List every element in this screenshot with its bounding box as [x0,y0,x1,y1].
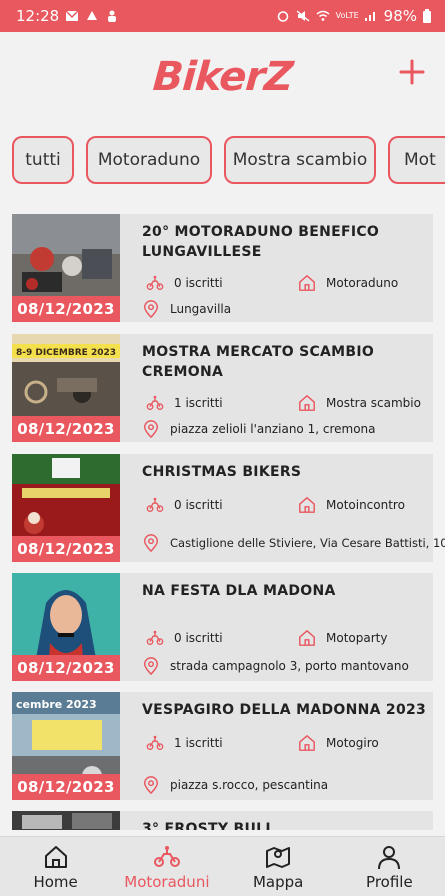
app-logo: BikerZ [151,54,294,100]
motorbike-icon [153,845,180,867]
event-location: piazza s.rocco, pescantina [170,778,329,792]
wifi-icon [316,10,330,21]
motorbike-icon [146,497,164,512]
home-category-icon [299,630,315,646]
mail-icon [65,10,79,21]
event-category: Mostra scambio [326,396,421,410]
svg-text:cembre 2023: cembre 2023 [16,698,97,711]
event-image: 08/12/2023 [12,573,120,681]
event-location: piazza zelioli l'anziano 1, cremona [170,422,376,436]
notification-icon [87,11,98,20]
event-card[interactable]: 8-9 DICEMBRE 2023 08/12/2023 MOSTRA MERC… [12,334,433,442]
event-image: cembre 2023 08/12/2023 [12,692,120,800]
event-date: 08/12/2023 [12,416,120,442]
event-location: Castiglione delle Stiviere, Via Cesare B… [170,536,445,550]
event-participants: 0 iscritti [174,498,223,512]
event-image [12,811,120,830]
event-category: Motogiro [326,736,379,750]
home-category-icon [299,497,315,513]
event-date: 08/12/2023 [12,536,120,562]
event-location: strada campagnolo 3, porto mantovano [170,659,409,673]
event-participants: 0 iscritti [174,631,223,645]
event-participants: 1 iscritti [174,736,223,750]
location-pin-icon [143,420,159,438]
battery-icon [423,9,431,23]
event-title: 3° FROSTY BULL [142,821,275,830]
mute-icon [296,10,310,22]
location-pin-icon [143,657,159,675]
event-card[interactable]: cembre 2023 08/12/2023 VESPAGIRO DELLA M… [12,692,433,800]
filter-chip-motoraduno[interactable]: Motoraduno [86,136,212,184]
status-bar: 12:28 VoLTE 98% [0,0,445,32]
event-participants: 0 iscritti [174,276,223,290]
nav-home-label: Home [33,872,78,891]
motorbike-icon [146,275,164,290]
event-title: MOSTRA MERCATO SCAMBIO CREMONA [142,344,375,380]
event-card[interactable]: 3° FROSTY BULL [12,811,433,830]
map-icon [266,846,291,868]
motorbike-icon [146,630,164,645]
event-image: 08/12/2023 [12,454,120,562]
nav-profile[interactable]: Profile [334,837,445,896]
event-date: 08/12/2023 [12,296,120,322]
bottom-navigation: Home Motoraduni Mappa Profile [0,836,445,896]
event-category: Motoincontro [326,498,405,512]
filter-bar: tutti Motoraduno Mostra scambio Mot [0,136,445,186]
home-category-icon [299,275,315,291]
filter-chip-more[interactable]: Mot [388,136,445,184]
motorbike-icon [146,395,164,410]
event-participants: 1 iscritti [174,396,223,410]
location-pin-icon [143,300,159,318]
alarm-icon [277,11,288,22]
nav-home[interactable]: Home [0,837,111,896]
event-card[interactable]: 08/12/2023 NA FESTA DLA MADONA 0 iscritt… [12,573,433,681]
motorbike-icon [146,735,164,750]
event-category: Motoraduno [326,276,399,290]
signal-icon [364,12,375,21]
app-header: BikerZ [0,32,445,122]
event-title: CHRISTMAS BIKERS [142,464,302,480]
svg-text:8-9 DICEMBRE 2023: 8-9 DICEMBRE 2023 [16,348,116,358]
battery-level: 98% [383,7,417,25]
event-title: 20° MOTORADUNO BENEFICO LUNGAVILLESE [142,224,380,260]
event-title: VESPAGIRO DELLA MADONNA 2023 [142,702,427,718]
nav-mappa-label: Mappa [252,872,304,891]
filter-chip-mostra-scambio[interactable]: Mostra scambio [224,136,376,184]
event-image: 08/12/2023 [12,214,120,322]
event-list: 08/12/2023 20° MOTORADUNO BENEFICO LUNGA… [0,214,445,830]
event-image: 8-9 DICEMBRE 2023 08/12/2023 [12,334,120,442]
location-pin-icon [143,776,159,794]
event-date: 08/12/2023 [12,774,120,800]
status-time: 12:28 [16,7,60,25]
location-pin-icon [143,534,159,552]
home-category-icon [299,735,315,751]
person-icon [108,10,117,22]
nav-profile-label: Profile [366,872,413,891]
network-type: VoLTE [335,11,359,20]
home-category-icon [299,395,315,411]
home-icon [44,845,67,868]
user-icon [378,845,401,869]
event-card[interactable]: 08/12/2023 CHRISTMAS BIKERS 0 iscritti M… [12,454,445,562]
event-title: NA FESTA DLA MADONA [142,583,336,599]
event-date: 08/12/2023 [12,655,120,681]
nav-motoraduni-label: Motoraduni [124,872,210,891]
add-event-icon[interactable] [399,59,425,85]
event-location: Lungavilla [170,302,232,316]
event-category: Motoparty [326,631,388,645]
event-card[interactable]: 08/12/2023 20° MOTORADUNO BENEFICO LUNGA… [12,214,433,322]
filter-chip-tutti[interactable]: tutti [12,136,74,184]
nav-motoraduni[interactable]: Motoraduni [111,837,222,896]
nav-mappa[interactable]: Mappa [223,837,334,896]
